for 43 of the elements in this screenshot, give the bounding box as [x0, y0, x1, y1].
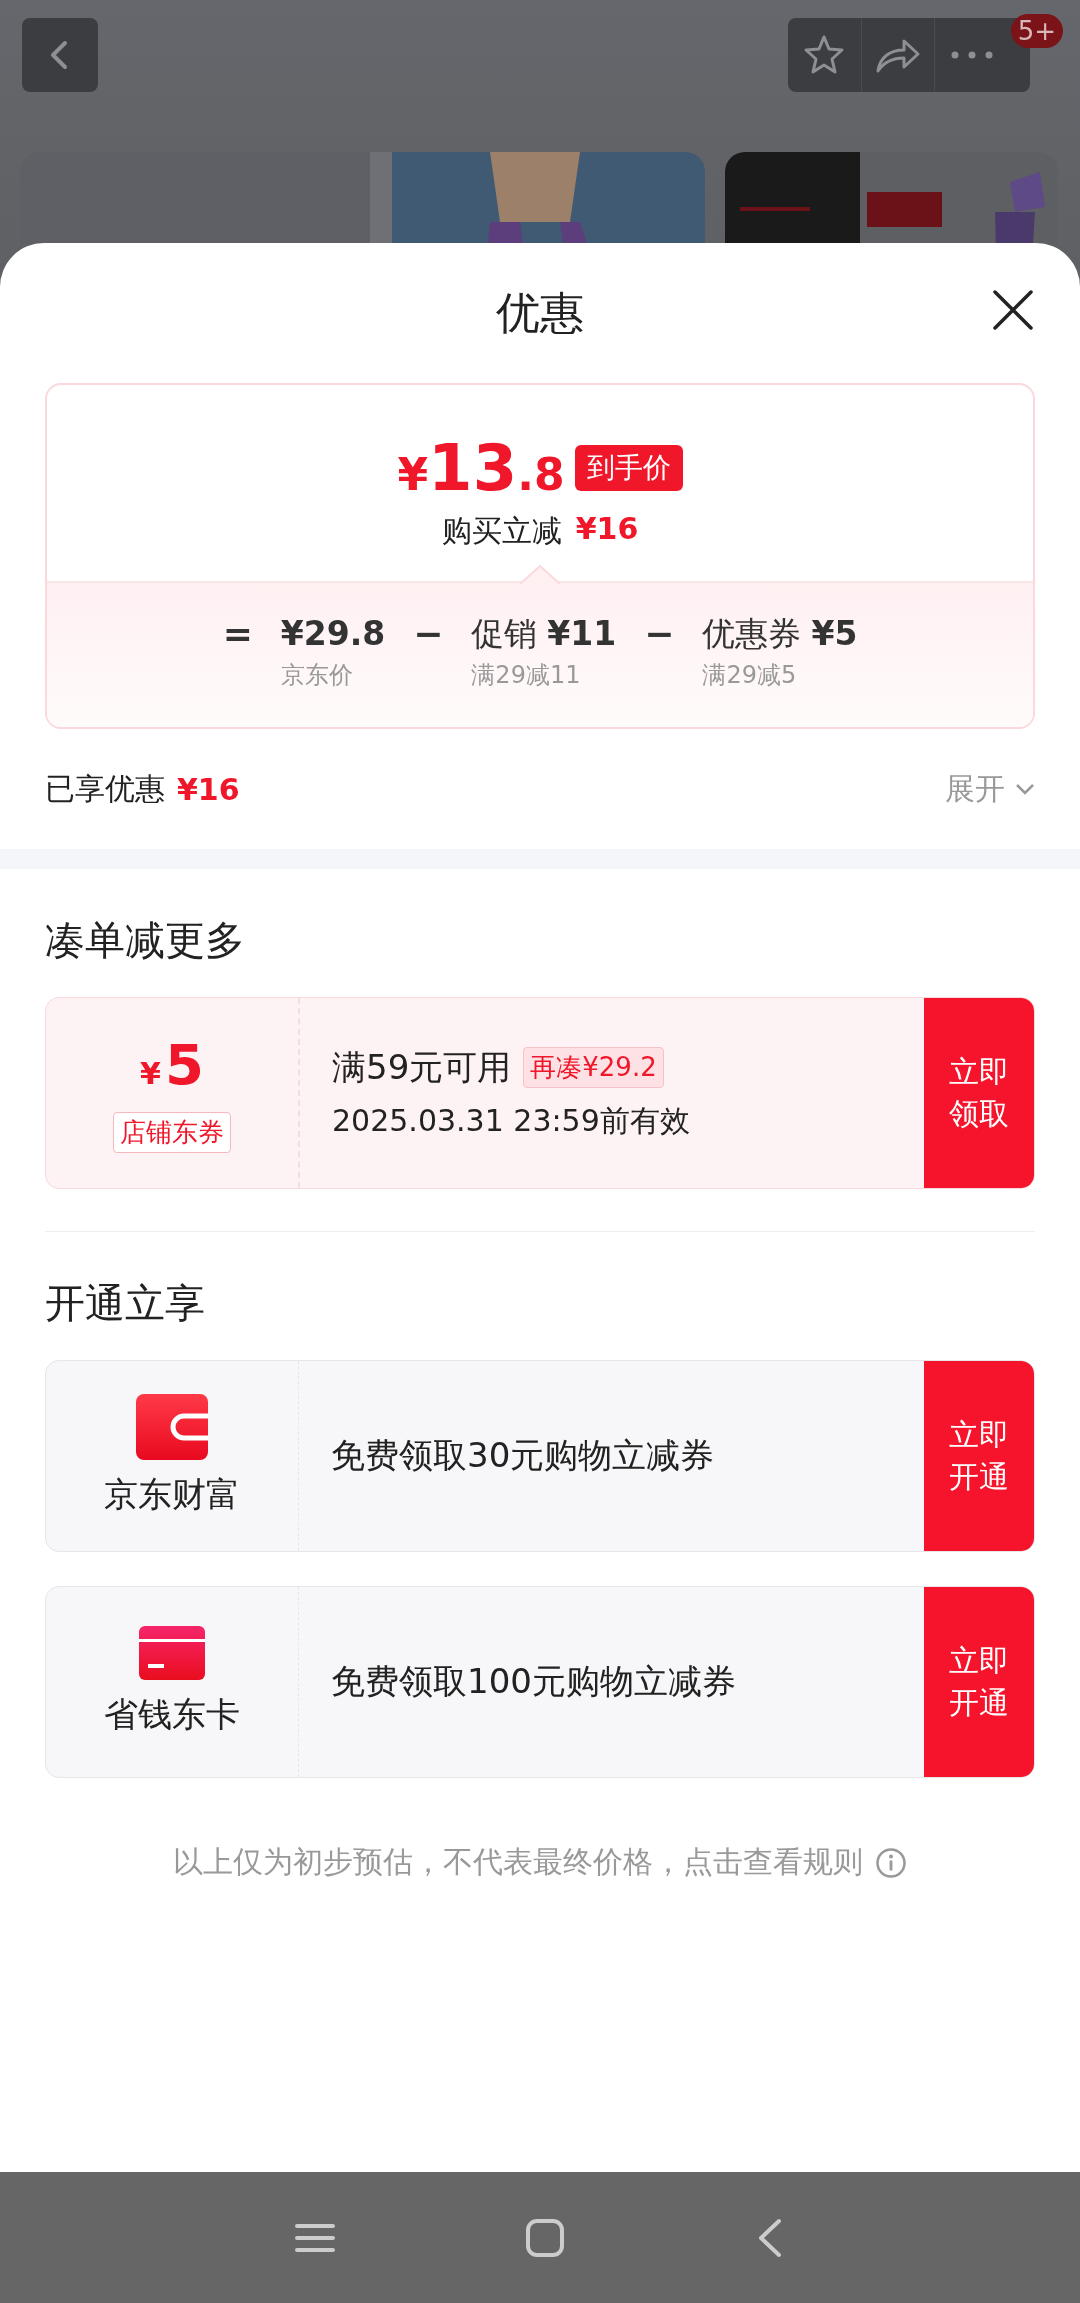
service-offer: 免费领取100元购物立减券 — [331, 1660, 737, 1703]
final-price: ¥13.8 — [397, 431, 565, 505]
enjoyed-amount: ¥16 — [177, 771, 240, 807]
expand-toggle[interactable]: 展开 — [945, 768, 1035, 810]
notification-badge: 5+ — [1010, 14, 1063, 48]
home-icon[interactable] — [525, 2217, 565, 2258]
term-amount: ¥11 — [547, 613, 617, 655]
chevron-icon — [1015, 783, 1035, 795]
add-on-hint: 再凑¥29.2 — [523, 1047, 664, 1088]
service-name: 京东财富 — [104, 1473, 240, 1516]
enjoyed-label: 已享优惠 — [45, 769, 165, 808]
disclaimer-text[interactable]: 以上仅为初步预估，不代表最终价格，点击查看规则 — [173, 1842, 863, 1883]
saving-amount: ¥16 — [575, 511, 639, 548]
term-note: 京东价 — [280, 660, 354, 691]
back-button[interactable] — [22, 18, 98, 92]
price-tag: 到手价 — [574, 445, 683, 491]
activate-button[interactable]: 立即开通 — [924, 1361, 1034, 1551]
term-label: 优惠券 — [702, 613, 802, 655]
info-icon[interactable] — [875, 1846, 907, 1879]
activate-button[interactable]: 立即开通 — [924, 1587, 1034, 1777]
coupon-condition: 满59元可用 — [332, 1045, 512, 1089]
sheet-title: 优惠 — [496, 285, 584, 340]
term-label: 促销 — [471, 613, 538, 655]
term-amount: ¥29.8 — [280, 613, 386, 655]
menu-icon[interactable] — [295, 2222, 335, 2253]
coupon-validity: 2025.03.31 23:59前有效 — [332, 1101, 691, 1140]
coupon-value: ¥5 — [140, 1033, 204, 1099]
service-name: 省钱东卡 — [104, 1693, 240, 1736]
card-icon — [139, 1626, 205, 1680]
wallet-icon — [136, 1394, 208, 1460]
coupon-tag: 店铺东券 — [113, 1112, 231, 1153]
term-note: 满29减11 — [471, 660, 582, 691]
close-icon[interactable] — [991, 288, 1035, 332]
claim-button[interactable]: 立即领取 — [924, 998, 1034, 1188]
term-note: 满29减5 — [702, 660, 798, 691]
operator-sign: = — [222, 612, 253, 656]
service-offer: 免费领取30元购物立减券 — [331, 1434, 716, 1477]
operator-sign: − — [644, 612, 675, 656]
saving-label: 购买立减 — [441, 512, 562, 550]
section-title: 凑单减更多 — [44, 916, 246, 965]
section-title: 开通立享 — [44, 1279, 206, 1328]
operator-sign: − — [413, 612, 444, 656]
term-amount: ¥5 — [811, 613, 858, 655]
